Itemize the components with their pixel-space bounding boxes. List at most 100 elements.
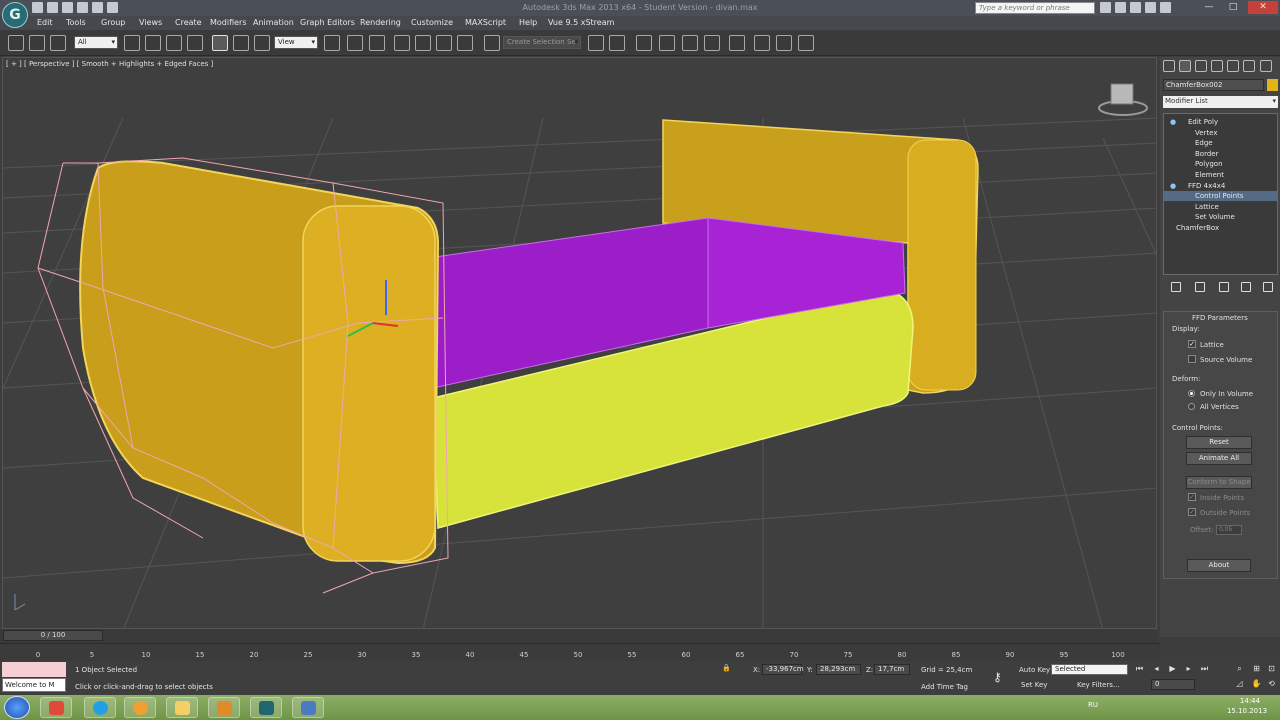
pivot-center-icon[interactable]	[324, 35, 340, 51]
render-production-icon[interactable]	[798, 35, 814, 51]
utilities-tab-icon[interactable]	[1243, 60, 1255, 72]
stack-item[interactable]: Element	[1164, 170, 1277, 180]
language-indicator[interactable]: RU	[1088, 701, 1098, 709]
material-editor-icon[interactable]	[754, 35, 770, 51]
maxscript-listener-input[interactable]	[2, 662, 66, 677]
show-end-result-icon[interactable]	[1195, 282, 1205, 292]
menu-modifiers[interactable]: Modifiers	[210, 18, 247, 27]
key-mode-dropdown[interactable]: Selected	[1051, 664, 1128, 675]
select-and-move-icon[interactable]	[212, 35, 228, 51]
wrench-icon[interactable]	[1260, 60, 1272, 72]
motion-tab-icon[interactable]	[1211, 60, 1223, 72]
select-and-scale-icon[interactable]	[254, 35, 270, 51]
unlink-icon[interactable]	[29, 35, 45, 51]
go-to-end-icon[interactable]: ⏭	[1198, 664, 1211, 674]
stack-item-selected[interactable]: Control Points	[1164, 191, 1277, 201]
create-tab-icon[interactable]	[1163, 60, 1175, 72]
viewport-label[interactable]: [ + ] [ Perspective ] [ Smooth + Highlig…	[6, 60, 213, 68]
favorites-star-icon[interactable]	[1145, 2, 1156, 13]
hierarchy-tab-icon[interactable]	[1195, 60, 1207, 72]
align-icon[interactable]	[609, 35, 625, 51]
stack-item[interactable]: ● FFD 4x4x4	[1164, 181, 1277, 191]
next-frame-icon[interactable]: ▸	[1182, 664, 1195, 674]
add-time-tag[interactable]: Add Time Tag	[921, 683, 968, 691]
edit-named-selection-icon[interactable]	[484, 35, 500, 51]
animate-all-button[interactable]: Animate All	[1186, 452, 1252, 465]
scene-explorer-icon[interactable]	[636, 35, 652, 51]
binoculars-icon[interactable]	[1100, 2, 1111, 13]
clock-date[interactable]: 15.10.2013	[1222, 707, 1272, 715]
pan-icon[interactable]: ✋	[1250, 679, 1263, 689]
zoom-all-icon[interactable]: ⊞	[1250, 664, 1263, 674]
current-frame-field[interactable]: 0	[1151, 679, 1195, 690]
select-object-icon[interactable]	[124, 35, 140, 51]
keyboard-shortcut-icon[interactable]	[369, 35, 385, 51]
field-of-view-icon[interactable]: ◿	[1233, 679, 1246, 689]
offset-spinner[interactable]: 0,05	[1216, 525, 1242, 535]
clock-time[interactable]: 14:44	[1228, 697, 1272, 705]
graphite-ribbon-icon[interactable]	[682, 35, 698, 51]
pin-stack-icon[interactable]	[1171, 282, 1181, 292]
play-icon[interactable]: ▶	[1166, 664, 1179, 674]
reference-coordinate-dropdown[interactable]: View	[274, 36, 318, 49]
bind-space-warp-icon[interactable]	[50, 35, 66, 51]
menu-help[interactable]: Help	[519, 18, 537, 27]
layer-manager-icon[interactable]	[659, 35, 675, 51]
stack-item[interactable]: Vertex	[1164, 128, 1277, 138]
remove-modifier-icon[interactable]	[1241, 282, 1251, 292]
perspective-viewport[interactable]: [ + ] [ Perspective ] [ Smooth + Highlig…	[2, 57, 1157, 629]
spinner-snap-icon[interactable]	[457, 35, 473, 51]
menu-graph-editors[interactable]: Graph Editors	[300, 18, 355, 27]
communication-icon[interactable]	[1130, 2, 1141, 13]
select-and-link-icon[interactable]	[8, 35, 24, 51]
menu-customize[interactable]: Customize	[411, 18, 453, 27]
stack-item[interactable]: Polygon	[1164, 159, 1277, 169]
window-crossing-icon[interactable]	[187, 35, 203, 51]
make-unique-icon[interactable]	[1219, 282, 1229, 292]
object-color-swatch[interactable]	[1267, 79, 1278, 91]
stack-item[interactable]: Edge	[1164, 138, 1277, 148]
search-input[interactable]: Type a keyword or phrase	[975, 2, 1095, 14]
menu-animation[interactable]: Animation	[253, 18, 294, 27]
zoom-extents-icon[interactable]: ⊡	[1265, 664, 1278, 674]
orbit-icon[interactable]: ⟲	[1265, 679, 1278, 689]
percent-snap-icon[interactable]	[436, 35, 452, 51]
menu-rendering[interactable]: Rendering	[360, 18, 401, 27]
help-icon[interactable]	[1160, 2, 1171, 13]
only-in-volume-radio[interactable]	[1188, 390, 1195, 397]
previous-frame-icon[interactable]: ◂	[1150, 664, 1163, 674]
reset-button[interactable]: Reset	[1186, 436, 1252, 449]
y-coordinate-field[interactable]: 28,293cm	[816, 664, 861, 675]
selection-filter-dropdown[interactable]: All	[74, 36, 118, 49]
set-key-button[interactable]: Set Key	[1021, 681, 1047, 689]
menu-tools[interactable]: Tools	[66, 18, 86, 27]
minimize-button[interactable]: —	[1198, 1, 1220, 14]
menu-views[interactable]: Views	[139, 18, 162, 27]
menu-vue-xstream[interactable]: Vue 9.5 xStream	[548, 18, 614, 27]
menu-maxscript[interactable]: MAXScript	[465, 18, 506, 27]
modifier-list-dropdown[interactable]: Modifier List	[1163, 96, 1278, 108]
z-coordinate-field[interactable]: 17,7cm	[874, 664, 910, 675]
folder-icon[interactable]	[166, 697, 198, 718]
schematic-view-icon[interactable]	[729, 35, 745, 51]
menu-create[interactable]: Create	[175, 18, 202, 27]
skype-icon[interactable]	[84, 697, 116, 718]
3ds-max-logo-icon[interactable]: G	[2, 2, 28, 28]
stack-item[interactable]: Set Volume	[1164, 212, 1277, 222]
maximize-button[interactable]: □	[1222, 1, 1244, 14]
zoom-icon[interactable]: ⌕	[1233, 664, 1246, 674]
display-tab-icon[interactable]	[1227, 60, 1239, 72]
close-button[interactable]: ✕	[1248, 1, 1278, 14]
outside-points-checkbox[interactable]: ✓	[1188, 508, 1196, 516]
stack-item[interactable]: Lattice	[1164, 202, 1277, 212]
inside-points-checkbox[interactable]: ✓	[1188, 493, 1196, 501]
angle-snap-icon[interactable]	[415, 35, 431, 51]
rollout-title[interactable]: FFD Parameters	[1192, 314, 1248, 322]
x-coordinate-field[interactable]: -33,967cm	[762, 664, 804, 675]
go-to-start-icon[interactable]: ⏮	[1133, 664, 1146, 674]
render-setup-icon[interactable]	[776, 35, 792, 51]
source-volume-checkbox[interactable]	[1188, 355, 1196, 363]
select-and-rotate-icon[interactable]	[233, 35, 249, 51]
rectangular-selection-icon[interactable]	[166, 35, 182, 51]
select-by-name-icon[interactable]	[145, 35, 161, 51]
